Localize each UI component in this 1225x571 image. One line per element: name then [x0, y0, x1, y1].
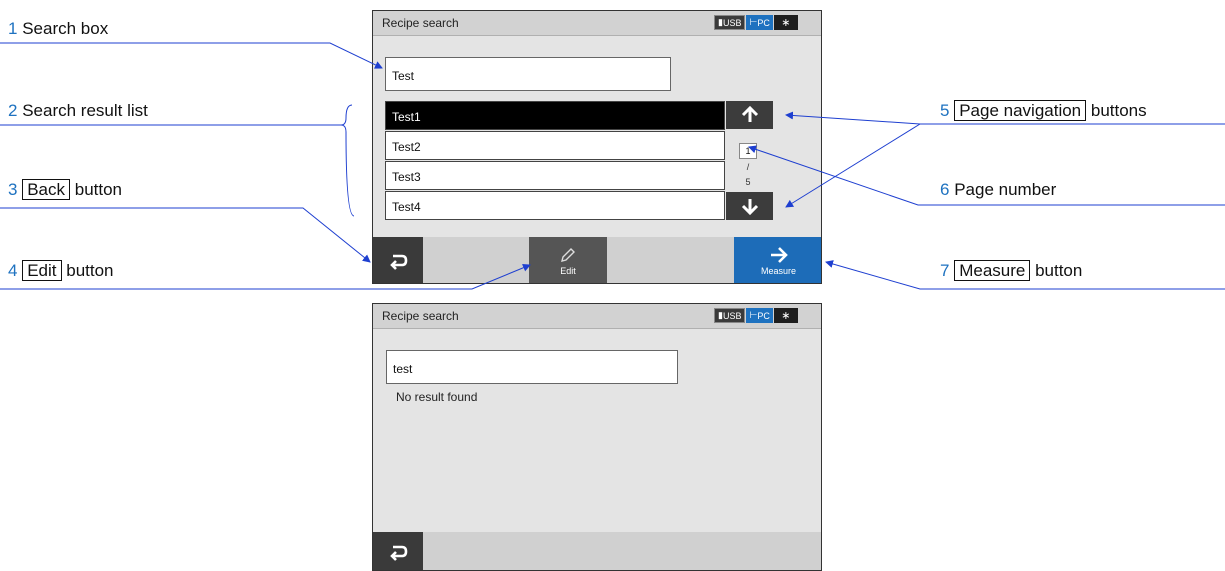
callout-boxed-term: Page navigation	[954, 100, 1087, 121]
pc-label: PC	[757, 310, 770, 321]
callout-boxed-term: Edit	[22, 260, 62, 281]
search-value: test	[393, 362, 413, 376]
status-icons: ▮ USB ⊢ PC ∗	[714, 308, 798, 323]
callout-number: 4	[8, 261, 18, 280]
callout-text: Search result list	[22, 101, 148, 120]
callout-number: 1	[8, 19, 18, 38]
bottom-bar	[373, 532, 821, 570]
callout-number: 3	[8, 180, 18, 199]
callout-number: 6	[940, 180, 950, 199]
callout-edit-button: 4 Edit button	[8, 260, 114, 281]
title-bar: Recipe search ▮ USB ⊢ PC ∗	[373, 304, 821, 329]
callout-number: 7	[940, 261, 950, 280]
back-button[interactable]	[373, 532, 423, 570]
callout-text: Search box	[22, 19, 109, 38]
usb-label: USB	[722, 310, 742, 321]
callout-search-box: 1 Search box	[8, 19, 108, 39]
pc-connection-icon: ⊢ PC	[746, 308, 773, 323]
callout-text: button	[74, 180, 122, 199]
callout-back-button: 3 Back button	[8, 179, 122, 200]
callout-text: buttons	[1090, 101, 1147, 120]
callout-measure-button: 7 Measure button	[940, 260, 1083, 281]
callout-page-navigation: 5 Page navigation buttons	[940, 100, 1147, 121]
callout-page-number: 6 Page number	[940, 180, 1056, 200]
callout-search-result-list: 2 Search result list	[8, 101, 148, 121]
return-arrow-icon	[390, 545, 408, 561]
recipe-search-screen-no-result: Recipe search ▮ USB ⊢ PC ∗ test No result …	[372, 303, 822, 571]
no-result-message: No result found	[396, 390, 478, 404]
callout-boxed-term: Back	[22, 179, 70, 200]
bluetooth-icon: ∗	[773, 308, 798, 323]
callout-number: 2	[8, 101, 18, 120]
callout-text: button	[66, 261, 114, 280]
callout-number: 5	[940, 101, 950, 120]
callout-lines	[0, 42, 1225, 290]
callout-boxed-term: Measure	[954, 260, 1031, 281]
screen-title: Recipe search	[382, 309, 459, 323]
callout-text: button	[1035, 261, 1083, 280]
search-input[interactable]: test	[386, 350, 678, 384]
callout-text: Page number	[954, 180, 1057, 199]
usb-icon: ▮ USB	[714, 308, 746, 323]
